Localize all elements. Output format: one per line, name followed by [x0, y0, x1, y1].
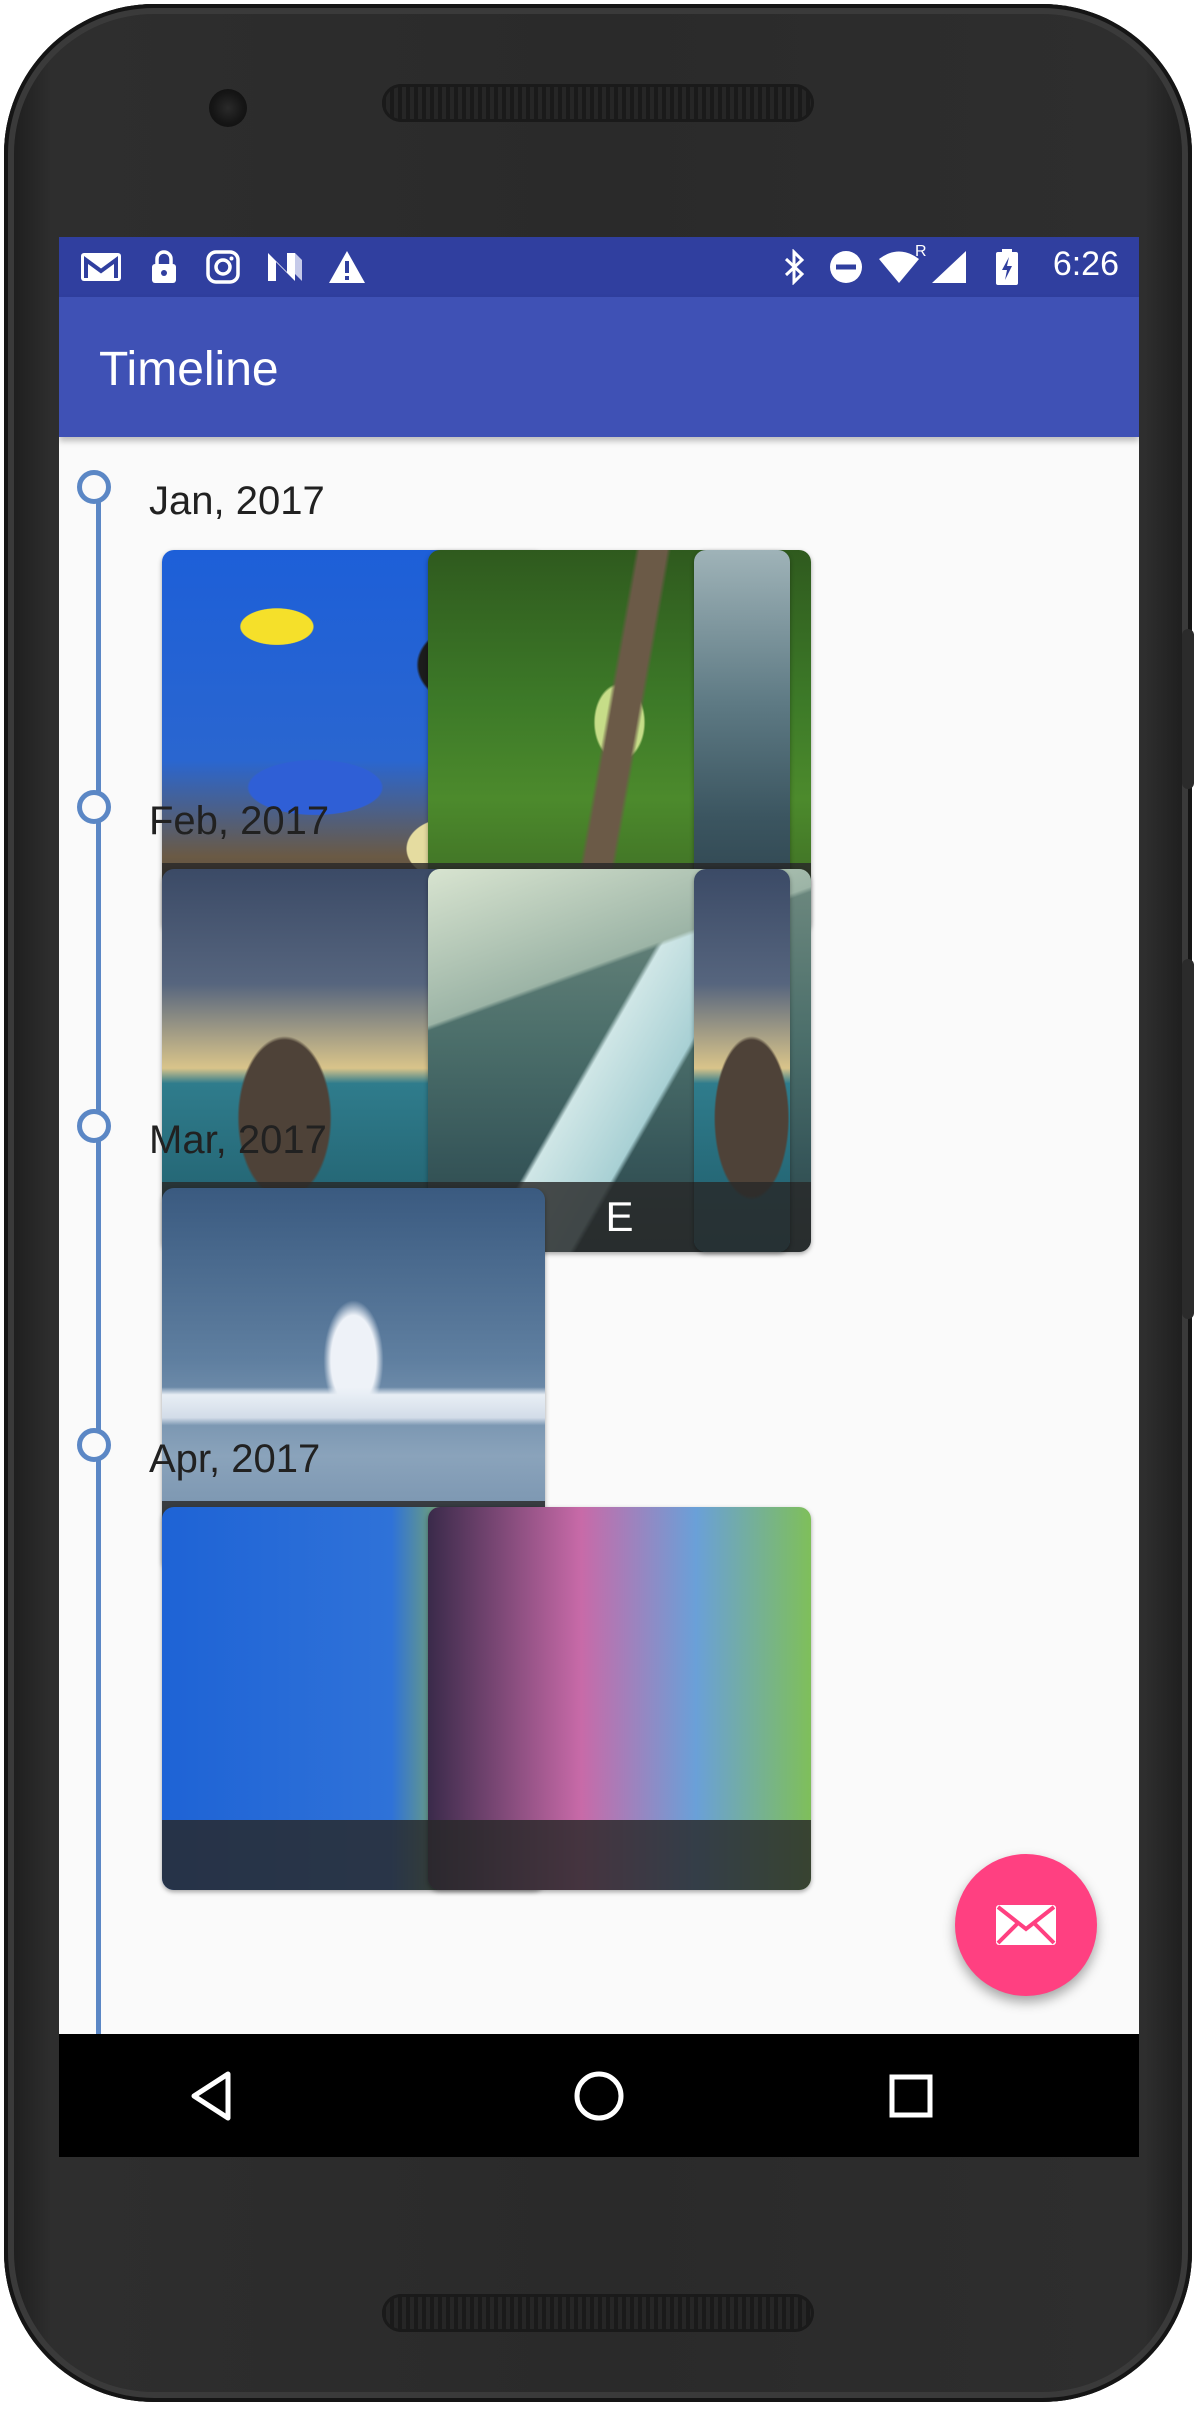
cell-signal-icon [929, 249, 969, 285]
phone-device: R 6:26 Timeline Jan, 2017 A [4, 4, 1194, 2402]
timeline-line [96, 497, 101, 2034]
back-icon[interactable] [179, 2064, 243, 2128]
month-label: Mar, 2017 [149, 1118, 327, 1162]
timeline-node [77, 470, 111, 504]
status-time: 6:26 [1052, 245, 1119, 283]
photo-caption [694, 1182, 790, 1252]
do-not-disturb-icon [827, 249, 865, 285]
month-label: Jan, 2017 [149, 479, 325, 523]
volume-button [1182, 959, 1194, 1319]
lock-icon [147, 249, 181, 285]
timeline-node [77, 1428, 111, 1462]
email-icon [996, 1905, 1056, 1945]
bottom-speaker [382, 2294, 814, 2332]
app-bar: Timeline [59, 297, 1139, 437]
n-icon [265, 249, 305, 285]
timeline-node [77, 1109, 111, 1143]
compose-email-button[interactable] [955, 1854, 1097, 1996]
photo-caption [428, 1820, 811, 1890]
power-button [1182, 629, 1194, 789]
instagram-icon [205, 249, 241, 285]
timeline-list[interactable]: Jan, 2017 A A Feb, 2017 E E [59, 437, 1139, 2034]
photo-card[interactable] [428, 1507, 811, 1890]
battery-charging-icon [994, 249, 1020, 285]
photo-card[interactable] [694, 869, 790, 1252]
roaming-label: R [915, 243, 927, 260]
navigation-bar [59, 2034, 1139, 2157]
wifi-icon: R [877, 243, 927, 285]
month-label: Feb, 2017 [149, 799, 330, 843]
screen: R 6:26 Timeline Jan, 2017 A [59, 237, 1139, 2157]
home-icon[interactable] [567, 2064, 631, 2128]
warning-icon [327, 249, 367, 285]
timeline-node [77, 790, 111, 824]
bluetooth-icon [779, 249, 809, 285]
top-speaker [382, 84, 814, 122]
app-title: Timeline [99, 343, 279, 396]
front-camera [209, 89, 247, 127]
gmail-icon [79, 249, 123, 285]
recents-icon[interactable] [879, 2064, 943, 2128]
status-bar: R 6:26 [59, 237, 1139, 297]
month-label: Apr, 2017 [149, 1437, 321, 1481]
